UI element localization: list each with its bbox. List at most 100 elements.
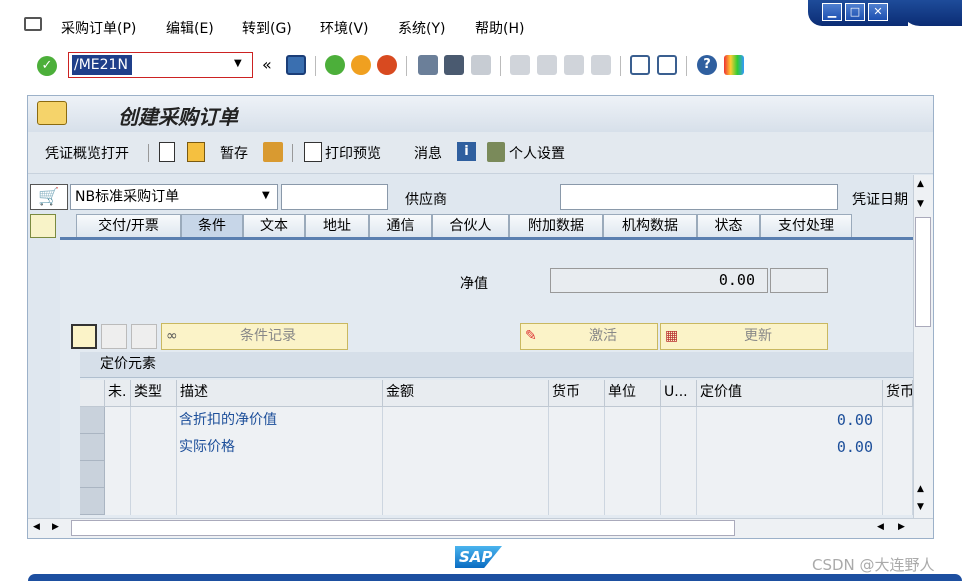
scroll-down-icon[interactable]: ▼ bbox=[917, 199, 924, 209]
column-header[interactable]: 货币 bbox=[883, 380, 913, 407]
find-icon[interactable] bbox=[444, 55, 464, 75]
personal-settings-icon[interactable] bbox=[487, 142, 505, 162]
condition-record-button[interactable]: ∞ 条件记录 bbox=[161, 323, 348, 350]
personal-settings-button[interactable]: 个人设置 bbox=[509, 143, 565, 163]
table-cell[interactable] bbox=[383, 407, 549, 434]
overview-button[interactable]: 凭证概览打开 bbox=[45, 143, 129, 163]
tab-org-data[interactable]: 机构数据 bbox=[603, 214, 697, 238]
tab-additional-data[interactable]: 附加数据 bbox=[509, 214, 603, 238]
check-icon[interactable] bbox=[263, 142, 283, 162]
column-select-all[interactable] bbox=[80, 380, 105, 407]
tab-communication[interactable]: 通信 bbox=[369, 214, 432, 238]
row-selector[interactable] bbox=[80, 434, 105, 461]
other-document-icon[interactable] bbox=[187, 142, 205, 162]
table-cell[interactable] bbox=[383, 488, 549, 515]
menu-environment[interactable]: 环境(V) bbox=[320, 18, 369, 38]
column-header[interactable]: 金额 bbox=[383, 380, 549, 407]
table-cell[interactable] bbox=[883, 407, 913, 434]
menu-purchase-order[interactable]: 采购订单(P) bbox=[61, 18, 136, 38]
hold-button[interactable]: 暂存 bbox=[220, 143, 248, 163]
tab-text[interactable]: 文本 bbox=[243, 214, 305, 238]
print-preview-icon[interactable] bbox=[304, 142, 322, 162]
scroll-up-icon[interactable]: ▲ bbox=[917, 484, 924, 494]
enter-icon[interactable]: ✓ bbox=[37, 56, 57, 76]
cancel-icon[interactable] bbox=[377, 55, 397, 75]
last-page-icon[interactable] bbox=[591, 55, 611, 75]
table-cell[interactable] bbox=[605, 434, 661, 461]
next-page-icon[interactable] bbox=[564, 55, 584, 75]
tab-conditions[interactable]: 条件 bbox=[181, 214, 243, 238]
document-type-select[interactable]: NB标准采购订单 bbox=[70, 184, 278, 210]
table-cell[interactable] bbox=[549, 461, 605, 488]
column-header[interactable]: 类型 bbox=[131, 380, 177, 407]
column-header[interactable]: 描述 bbox=[177, 380, 383, 407]
table-cell[interactable] bbox=[383, 434, 549, 461]
column-header[interactable]: 货币 bbox=[549, 380, 605, 407]
table-cell[interactable] bbox=[549, 434, 605, 461]
details-icon[interactable] bbox=[71, 324, 97, 349]
scroll-thumb[interactable] bbox=[71, 520, 735, 536]
expand-header-icon[interactable] bbox=[30, 214, 56, 238]
table-cell[interactable] bbox=[883, 461, 913, 488]
column-header[interactable]: 单位 bbox=[605, 380, 661, 407]
minimize-button[interactable]: ▁ bbox=[822, 3, 842, 21]
table-cell[interactable] bbox=[105, 407, 131, 434]
help-icon[interactable]: ? bbox=[697, 55, 717, 75]
table-cell[interactable] bbox=[177, 461, 383, 488]
row-selector[interactable] bbox=[80, 488, 105, 515]
scroll-right-icon[interactable]: ▶ bbox=[52, 522, 59, 532]
menu-goto[interactable]: 转到(G) bbox=[242, 18, 292, 38]
table-cell[interactable] bbox=[605, 488, 661, 515]
delete-line-icon[interactable] bbox=[131, 324, 157, 349]
tab-payment-processing[interactable]: 支付处理 bbox=[760, 214, 852, 238]
column-header[interactable]: 定价值 bbox=[697, 380, 883, 407]
tab-address[interactable]: 地址 bbox=[305, 214, 369, 238]
vendor-field[interactable] bbox=[560, 184, 838, 210]
scroll-thumb[interactable] bbox=[915, 217, 931, 327]
previous-page-icon[interactable] bbox=[537, 55, 557, 75]
scroll-up-icon[interactable]: ▲ bbox=[917, 179, 924, 189]
menu-icon[interactable] bbox=[24, 17, 42, 31]
new-document-icon[interactable] bbox=[159, 142, 175, 162]
table-cell[interactable] bbox=[605, 407, 661, 434]
new-session-icon[interactable] bbox=[630, 55, 650, 75]
po-number-field[interactable] bbox=[281, 184, 388, 210]
table-cell[interactable] bbox=[605, 461, 661, 488]
add-line-icon[interactable] bbox=[101, 324, 127, 349]
scroll-left-icon[interactable]: ◀ bbox=[33, 522, 40, 532]
table-cell[interactable] bbox=[131, 461, 177, 488]
table-cell[interactable] bbox=[883, 488, 913, 515]
find-next-icon[interactable] bbox=[471, 55, 491, 75]
row-selector[interactable] bbox=[80, 461, 105, 488]
print-preview-button[interactable]: 打印预览 bbox=[325, 143, 381, 163]
tab-partners[interactable]: 合伙人 bbox=[432, 214, 509, 238]
menu-edit[interactable]: 编辑(E) bbox=[166, 18, 214, 38]
shopping-cart-icon[interactable]: 🛒 bbox=[30, 184, 68, 210]
chevron-down-icon[interactable]: ▼ bbox=[262, 190, 270, 201]
tab-status[interactable]: 状态 bbox=[697, 214, 760, 238]
customize-layout-icon[interactable] bbox=[724, 55, 744, 75]
print-icon[interactable] bbox=[418, 55, 438, 75]
table-cell[interactable] bbox=[383, 461, 549, 488]
column-header[interactable]: 未. bbox=[105, 380, 131, 407]
close-button[interactable]: ✕ bbox=[868, 3, 888, 21]
table-cell[interactable] bbox=[661, 461, 697, 488]
scroll-down-icon[interactable]: ▼ bbox=[917, 502, 924, 512]
shortcut-icon[interactable] bbox=[657, 55, 677, 75]
table-cell[interactable] bbox=[697, 461, 883, 488]
scroll-left-icon[interactable]: ◀ bbox=[877, 522, 884, 532]
table-cell[interactable] bbox=[661, 488, 697, 515]
chevron-left-icon[interactable]: « bbox=[262, 55, 272, 74]
table-cell[interactable] bbox=[661, 407, 697, 434]
table-cell[interactable] bbox=[661, 434, 697, 461]
back-icon[interactable] bbox=[325, 55, 345, 75]
column-header[interactable]: U... bbox=[661, 380, 697, 407]
table-cell[interactable] bbox=[549, 488, 605, 515]
update-button[interactable]: ▦ 更新 bbox=[660, 323, 828, 350]
tab-delivery-invoice[interactable]: 交付/开票 bbox=[76, 214, 181, 238]
table-cell[interactable] bbox=[131, 434, 177, 461]
table-cell[interactable] bbox=[549, 407, 605, 434]
menu-help[interactable]: 帮助(H) bbox=[475, 18, 524, 38]
table-cell[interactable] bbox=[105, 434, 131, 461]
table-cell[interactable] bbox=[131, 407, 177, 434]
